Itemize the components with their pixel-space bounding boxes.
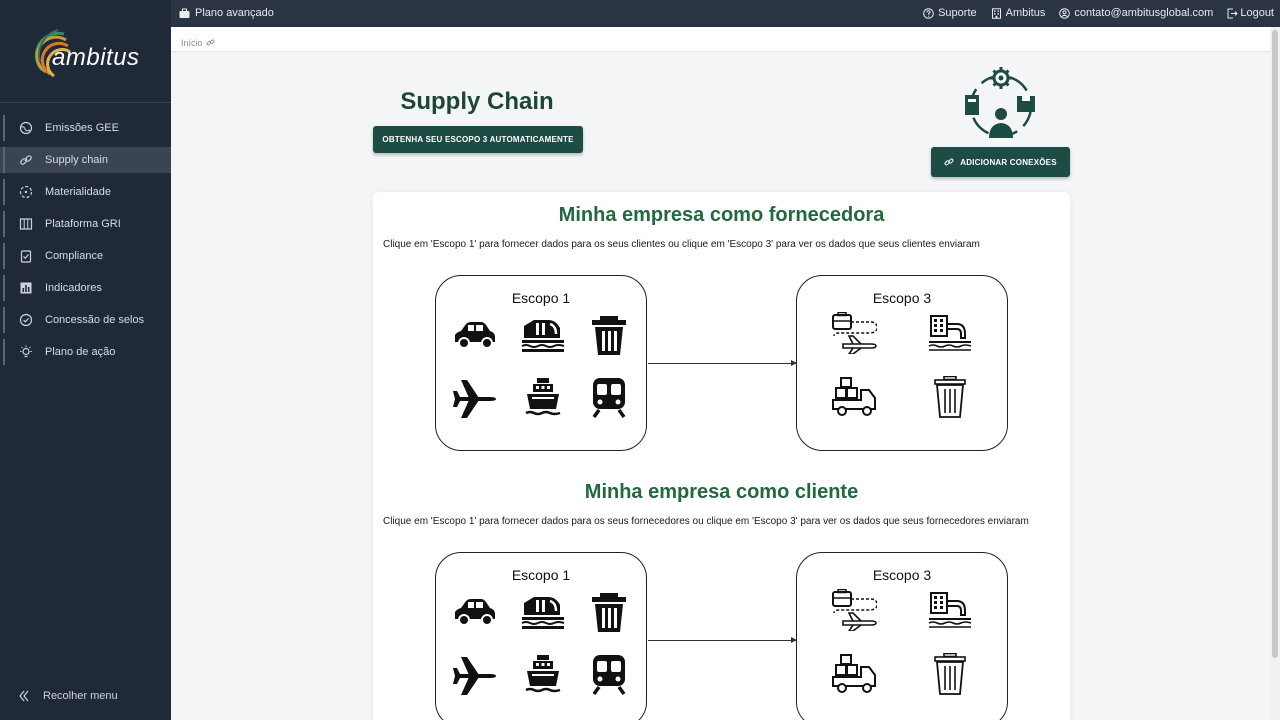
sidebar-item-plano-de-acao[interactable]: Plano de ação bbox=[0, 339, 171, 365]
add-connections-label: ADICIONAR CONEXÕES bbox=[960, 157, 1057, 167]
section-title-supplier: Minha empresa como fornecedora bbox=[558, 204, 885, 226]
link-icon bbox=[20, 155, 32, 165]
train-icon bbox=[592, 378, 626, 418]
trash-can-outline-icon bbox=[934, 653, 966, 695]
supply-chain-card: Minha empresa como fornecedora Clique em… bbox=[373, 192, 1070, 720]
trash-can-outline-icon bbox=[934, 376, 966, 418]
section-description-client: Clique em 'Escopo 1' para fornecer dados… bbox=[383, 516, 1029, 527]
trash-can-icon bbox=[592, 316, 626, 355]
scope3-label: Escopo 3 bbox=[872, 567, 932, 583]
sidebar-item-plataforma-gri[interactable]: Plataforma GRI bbox=[0, 211, 171, 237]
section-title-client: Minha empresa como cliente bbox=[584, 481, 859, 503]
sidebar-item-compliance[interactable]: Compliance bbox=[0, 243, 171, 269]
briefcase-icon bbox=[179, 8, 190, 18]
factory-effluent-icon bbox=[521, 597, 565, 629]
auto-scope3-button[interactable]: OBTENHA SEU ESCOPO 3 AUTOMATICAMENTE bbox=[373, 126, 583, 153]
scope1-label: Escopo 1 bbox=[511, 290, 571, 306]
sidebar-item-label: Plano de ação bbox=[45, 346, 116, 358]
scope1-box-supplier[interactable]: Escopo 1 bbox=[435, 275, 647, 451]
link-icon bbox=[944, 158, 954, 166]
sidebar-item-label: Emissões GEE bbox=[45, 122, 119, 134]
sidebar-item-label: Concessão de selos bbox=[45, 314, 145, 326]
question-circle-icon bbox=[923, 7, 934, 19]
sidebar-nav: Emissões GEE Supply chain Materialidade … bbox=[0, 102, 171, 371]
support-label: Suporte bbox=[938, 7, 977, 19]
plan-label: Plano avançado bbox=[195, 7, 274, 19]
car-icon bbox=[455, 322, 495, 349]
clipboard-check-icon bbox=[20, 250, 32, 263]
support-link[interactable]: Suporte bbox=[923, 7, 977, 19]
collapse-menu-button[interactable]: Recolher menu bbox=[0, 684, 171, 708]
car-icon bbox=[455, 599, 495, 626]
company-link[interactable]: Ambitus bbox=[991, 7, 1046, 19]
user-circle-icon bbox=[1059, 7, 1071, 19]
logout-label: Logout bbox=[1240, 7, 1274, 19]
scope1-box-client[interactable]: Escopo 1 bbox=[435, 552, 647, 720]
bar-chart-icon bbox=[20, 282, 32, 294]
sidebar-item-label: Supply chain bbox=[45, 154, 108, 166]
business-travel-icon bbox=[832, 589, 877, 631]
add-connections-button[interactable]: ADICIONAR CONEXÕES bbox=[931, 147, 1070, 177]
lightbulb-icon bbox=[20, 345, 32, 358]
supply-network-icon bbox=[965, 67, 1035, 138]
scope3-box-supplier[interactable]: Escopo 3 bbox=[796, 275, 1008, 451]
scope3-label: Escopo 3 bbox=[872, 290, 932, 306]
logout-icon bbox=[1227, 8, 1239, 18]
link-icon bbox=[206, 39, 215, 46]
sidebar: ambitus Emissões GEE Supply chain Materi… bbox=[0, 0, 171, 720]
sidebar-item-materialidade[interactable]: Materialidade bbox=[0, 179, 171, 205]
factory-effluent-icon bbox=[521, 320, 565, 352]
sidebar-item-indicadores[interactable]: Indicadores bbox=[0, 275, 171, 301]
page-title: Supply Chain bbox=[400, 88, 554, 115]
sidebar-item-label: Compliance bbox=[45, 250, 104, 262]
target-icon bbox=[19, 185, 33, 199]
company-label: Ambitus bbox=[1005, 7, 1046, 19]
airplane-icon bbox=[453, 380, 496, 418]
scope1-label: Escopo 1 bbox=[511, 567, 571, 583]
business-travel-icon bbox=[832, 312, 877, 354]
plan-indicator: Plano avançado bbox=[179, 7, 274, 19]
trash-can-icon bbox=[592, 593, 626, 632]
delivery-truck-icon bbox=[832, 654, 876, 693]
top-bar: Plano avançado Suporte Ambitus contato@a… bbox=[171, 0, 1280, 27]
ship-icon bbox=[525, 655, 561, 693]
user-email-link[interactable]: contato@ambitusglobal.com bbox=[1059, 7, 1213, 19]
scope-connector-arrow bbox=[648, 637, 797, 643]
sidebar-item-label: Materialidade bbox=[45, 186, 112, 198]
sidebar-item-label: Indicadores bbox=[45, 282, 102, 294]
train-icon bbox=[592, 655, 626, 695]
scope3-box-client[interactable]: Escopo 3 bbox=[796, 552, 1008, 720]
logo-text: ambitus bbox=[52, 44, 140, 71]
collapse-menu-label: Recolher menu bbox=[43, 690, 118, 702]
seal-icon bbox=[19, 313, 33, 327]
building-effluent-icon bbox=[928, 592, 972, 628]
ship-icon bbox=[525, 378, 561, 416]
airplane-icon bbox=[453, 657, 496, 695]
double-chevron-left-icon bbox=[19, 690, 29, 702]
sidebar-item-supply-chain[interactable]: Supply chain bbox=[0, 147, 171, 173]
logout-link[interactable]: Logout bbox=[1227, 7, 1274, 19]
sidebar-item-concessao-de-selos[interactable]: Concessão de selos bbox=[0, 307, 171, 333]
delivery-truck-icon bbox=[832, 377, 876, 416]
scrollbar-thumb[interactable] bbox=[1272, 30, 1278, 658]
sidebar-item-emissoes-gee[interactable]: Emissões GEE bbox=[0, 115, 171, 141]
building-icon bbox=[991, 7, 1001, 19]
columns-icon bbox=[19, 218, 33, 230]
scope-connector-arrow bbox=[648, 360, 797, 366]
building-effluent-icon bbox=[928, 315, 972, 351]
user-email: contato@ambitusglobal.com bbox=[1074, 7, 1214, 19]
sidebar-item-label: Plataforma GRI bbox=[45, 218, 121, 230]
breadcrumb: Início bbox=[171, 27, 1270, 52]
section-description-supplier: Clique em 'Escopo 1' para fornecer dados… bbox=[383, 239, 980, 250]
globe-icon bbox=[19, 121, 33, 135]
top-right-links: Suporte Ambitus contato@ambitusglobal.co… bbox=[923, 7, 1274, 19]
breadcrumb-home[interactable]: Início bbox=[181, 38, 203, 48]
